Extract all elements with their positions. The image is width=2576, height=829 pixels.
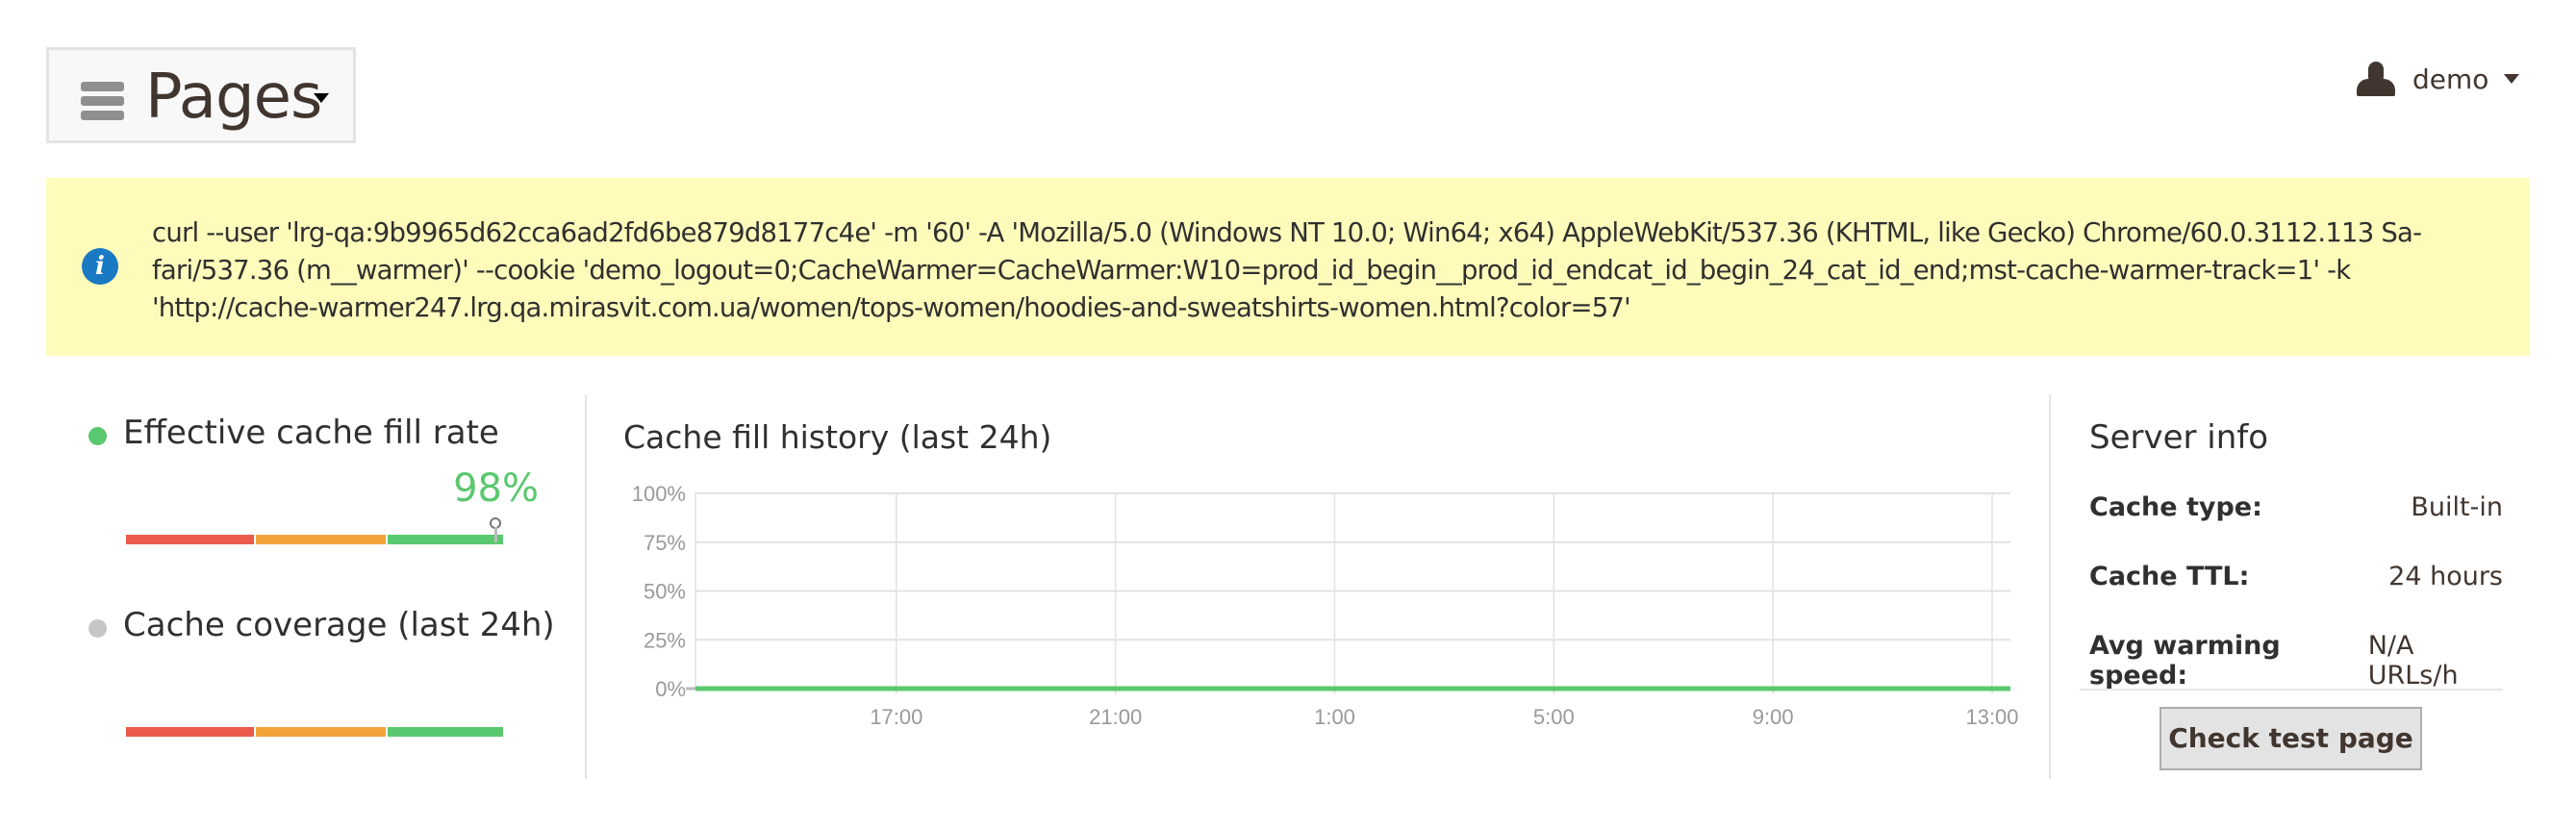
row-label: Cache type: [2089, 492, 2262, 522]
server-info-row: Cache TTL: 24 hours [2089, 562, 2503, 591]
notice-line: curl --user 'lrg-qa:9b9965d62cca6ad2fd6b… [152, 217, 2422, 248]
fill-rate-marker [490, 517, 502, 542]
y-tick-label: 75% [644, 531, 686, 555]
x-tick-label: 1:00 [1314, 705, 1355, 729]
caret-down-icon [2504, 74, 2520, 84]
coverage-scale [126, 727, 503, 737]
scale-low [126, 727, 255, 737]
user-icon [2357, 62, 2395, 96]
row-label: Cache TTL: [2089, 562, 2250, 591]
pages-menu-button[interactable]: Pages [46, 47, 356, 143]
caret-down-icon [314, 93, 329, 103]
server-info-panel: Server info Cache type: Built-in Cache T… [2051, 394, 2532, 779]
row-value: N/A URLs/h [2367, 631, 2459, 691]
scale-low [126, 535, 255, 544]
user-menu[interactable]: demo [2357, 62, 2520, 96]
coverage-status-dot [88, 619, 107, 638]
y-tick-label: 25% [644, 628, 686, 652]
fill-rate-title: Effective cache fill rate [123, 414, 499, 452]
server-info-row: Cache type: Built-in [2089, 492, 2503, 522]
fill-rate-value: 98% [453, 466, 539, 511]
row-value: Built-in [2411, 492, 2503, 522]
check-test-page-button[interactable]: Check test page [2159, 707, 2422, 770]
scale-mid [256, 535, 387, 544]
notice-message: curl --user 'lrg-qa:9b9965d62cca6ad2fd6b… [152, 214, 2461, 327]
row-label: Avg warming speed: [2089, 631, 2281, 691]
hamburger-icon [81, 82, 124, 120]
scale-high [388, 727, 503, 737]
x-tick-label: 21:00 [1089, 705, 1142, 729]
cache-fill-chart: 0% 25% 50% 75% 100% 17:00 21:00 1:00 5:00 9:00 13:… [632, 482, 2019, 729]
coverage-title: Cache coverage (last 24h) [123, 606, 555, 644]
y-tick-label: 50% [644, 580, 686, 604]
row-value: 24 hours [2388, 562, 2503, 591]
y-tick-label: 100% [632, 482, 686, 506]
x-tick-label: 9:00 [1753, 705, 1794, 729]
metrics-panel: Effective cache fill rate 98% Cache cove… [46, 394, 587, 779]
server-info-row: Avg warming speed: N/A URLs/h [2089, 631, 2503, 691]
user-name: demo [2412, 63, 2489, 95]
fill-rate-scale [126, 517, 503, 544]
divider [2080, 689, 2503, 691]
x-tick-label: 13:00 [1965, 705, 2018, 729]
fill-rate-status-dot [88, 427, 107, 445]
x-tick-label: 17:00 [870, 705, 922, 729]
scale-mid [256, 727, 387, 737]
notice-line: fari/537.36 (m__warmer)' --cookie 'demo_… [152, 255, 2351, 286]
y-tick-label: 0% [655, 677, 686, 701]
scale-high [388, 535, 503, 544]
x-tick-label: 5:00 [1533, 705, 1575, 729]
server-info-title: Server info [2089, 418, 2269, 457]
page-title: Pages [145, 62, 322, 133]
info-icon: i [82, 248, 118, 285]
info-notice: i curl --user 'lrg-qa:9b9965d62cca6ad2fd… [46, 178, 2530, 356]
notice-line: 'http://cache-warmer247.lrg.qa.mirasvit.… [152, 292, 1631, 323]
cache-history-panel: Cache fill history (last 24h) 0% 25% 50% 75… [587, 394, 2051, 779]
